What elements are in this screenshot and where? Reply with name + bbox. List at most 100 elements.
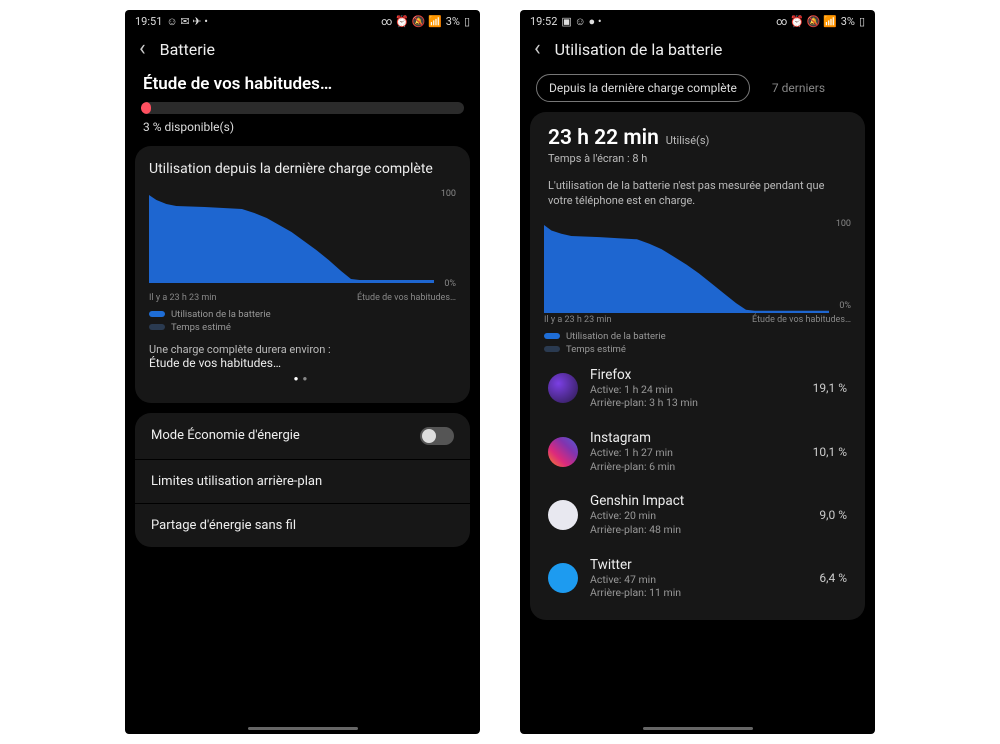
battery-bar: [141, 102, 464, 114]
app-active: Active: 1 h 27 min: [590, 446, 801, 460]
app-name: Instagram: [590, 430, 801, 446]
x-axis-labels: Il y a 23 h 23 min Étude de vos habitude…: [544, 315, 851, 325]
app-row[interactable]: Genshin ImpactActive: 20 minArrière-plan…: [544, 483, 851, 546]
app-background: Arrière-plan: 48 min: [590, 523, 807, 537]
phone-left: 19:51 ☺ ✉ ✈ • ∞ ⏰ 🔕 📶 3% ▯ ‹ Batterie Ét…: [125, 10, 480, 734]
app-name: Twitter: [590, 557, 807, 573]
status-bar: 19:51 ☺ ✉ ✈ • ∞ ⏰ 🔕 📶 3% ▯: [125, 10, 480, 32]
usage-card[interactable]: Utilisation depuis la dernière charge co…: [135, 146, 470, 403]
chip-7-days[interactable]: 7 derniers: [760, 75, 837, 101]
app-active: Active: 47 min: [590, 573, 807, 587]
back-icon[interactable]: ‹: [139, 38, 146, 60]
x-label-left: Il y a 23 h 23 min: [149, 293, 216, 303]
legend-usage: Utilisation de la batterie: [171, 309, 271, 320]
status-battery-pct: 3%: [841, 15, 855, 28]
battery-chart: 100 0%: [544, 219, 851, 311]
app-active: Active: 1 h 24 min: [590, 383, 801, 397]
y-label-0: 0%: [839, 301, 851, 311]
item-bg-limits[interactable]: Limites utilisation arrière-plan: [135, 460, 470, 504]
battery-bar-fill: [141, 102, 151, 114]
app-active: Active: 20 min: [590, 509, 807, 523]
status-time: 19:52: [530, 15, 557, 28]
item-wireless-share-label: Partage d'énergie sans fil: [151, 518, 296, 533]
chip-since-full[interactable]: Depuis la dernière charge complète: [536, 74, 750, 102]
x-label-right: Étude de vos habitudes…: [752, 315, 851, 325]
app-icon: [548, 500, 578, 530]
x-label-left: Il y a 23 h 23 min: [544, 315, 611, 325]
header: ‹ Utilisation de la batterie: [520, 32, 875, 74]
app-percent: 9,0 %: [819, 508, 847, 522]
x-axis-labels: Il y a 23 h 23 min Étude de vos habitude…: [149, 293, 456, 303]
status-battery-pct: 3%: [446, 15, 460, 28]
battery-icon: ▯: [859, 15, 865, 28]
header: ‹ Batterie: [125, 32, 480, 74]
back-icon[interactable]: ‹: [534, 38, 541, 60]
learning-heading: Étude de vos habitudes…: [135, 74, 470, 102]
home-indicator[interactable]: [643, 727, 753, 730]
chart-legend: Utilisation de la batterie Temps estimé: [149, 309, 456, 333]
used-suffix: Utilisé(s): [666, 134, 710, 147]
app-icon: [548, 373, 578, 403]
chart-svg: [149, 195, 434, 283]
app-background: Arrière-plan: 3 h 13 min: [590, 396, 801, 410]
battery-chart: 100 0%: [149, 189, 456, 289]
legend-swatch-estimate: [149, 324, 165, 330]
x-label-right: Étude de vos habitudes…: [357, 293, 456, 303]
status-bar: 19:52 ▣ ☺ ● • ∞ ⏰ 🔕 📶 3% ▯: [520, 10, 875, 32]
chart-svg: [544, 225, 829, 313]
battery-icon: ▯: [464, 15, 470, 28]
app-row[interactable]: InstagramActive: 1 h 27 minArrière-plan:…: [544, 420, 851, 483]
settings-list: Mode Économie d'énergie Limites utilisat…: [135, 413, 470, 547]
screen-on-time: Temps à l'écran : 8 h: [548, 152, 847, 165]
legend-swatch-usage: [149, 311, 165, 317]
legend-estimate: Temps estimé: [566, 344, 626, 355]
power-saving-toggle[interactable]: [420, 427, 454, 445]
home-indicator[interactable]: [248, 727, 358, 730]
app-row[interactable]: FirefoxActive: 1 h 24 minArrière-plan: 3…: [544, 357, 851, 420]
app-background: Arrière-plan: 6 min: [590, 460, 801, 474]
status-icons-right: ∞ ⏰ 🔕 📶: [381, 15, 442, 28]
range-chips: Depuis la dernière charge complète 7 der…: [530, 74, 865, 112]
app-percent: 19,1 %: [813, 381, 847, 395]
charging-note: L'utilisation de la batterie n'est pas m…: [548, 179, 847, 209]
status-time: 19:51: [135, 15, 162, 28]
status-icons-left: ▣ ☺ ● •: [561, 15, 601, 28]
app-icon: [548, 437, 578, 467]
y-label-100: 100: [836, 219, 851, 229]
status-icons-right: ∞ ⏰ 🔕 📶: [776, 15, 837, 28]
chart-legend: Utilisation de la batterie Temps estimé: [544, 331, 851, 355]
used-time: 23 h 22 min: [548, 126, 659, 150]
estimate-value: Étude de vos habitudes…: [149, 356, 456, 370]
page-title: Batterie: [160, 40, 215, 59]
estimate-label: Une charge complète durera environ :: [149, 343, 456, 356]
usage-card-title: Utilisation depuis la dernière charge co…: [149, 160, 456, 179]
page-dots[interactable]: ●●: [149, 370, 456, 393]
app-icon: [548, 563, 578, 593]
y-label-0: 0%: [444, 279, 456, 289]
legend-usage: Utilisation de la batterie: [566, 331, 666, 342]
app-meta: FirefoxActive: 1 h 24 minArrière-plan: 3…: [590, 367, 801, 410]
app-meta: Genshin ImpactActive: 20 minArrière-plan…: [590, 493, 807, 536]
phone-right: 19:52 ▣ ☺ ● • ∞ ⏰ 🔕 📶 3% ▯ ‹ Utilisation…: [520, 10, 875, 734]
app-name: Firefox: [590, 367, 801, 383]
usage-detail-card: 23 h 22 min Utilisé(s) Temps à l'écran :…: [530, 112, 865, 620]
app-percent: 6,4 %: [819, 571, 847, 585]
item-power-saving-label: Mode Économie d'énergie: [151, 428, 300, 443]
app-percent: 10,1 %: [813, 445, 847, 459]
item-power-saving[interactable]: Mode Économie d'énergie: [135, 413, 470, 460]
usage-summary: 23 h 22 min Utilisé(s) Temps à l'écran :…: [544, 126, 851, 173]
status-icons-left: ☺ ✉ ✈ •: [166, 15, 208, 28]
app-meta: InstagramActive: 1 h 27 minArrière-plan:…: [590, 430, 801, 473]
scroll-area[interactable]: Depuis la dernière charge complète 7 der…: [520, 74, 875, 734]
legend-swatch-usage: [544, 333, 560, 339]
app-meta: TwitterActive: 47 minArrière-plan: 11 mi…: [590, 557, 807, 600]
item-bg-limits-label: Limites utilisation arrière-plan: [151, 474, 322, 489]
app-usage-list: FirefoxActive: 1 h 24 minArrière-plan: 3…: [544, 357, 851, 610]
available-text: 3 % disponible(s): [135, 120, 470, 146]
item-wireless-share[interactable]: Partage d'énergie sans fil: [135, 504, 470, 547]
page-title: Utilisation de la batterie: [555, 40, 723, 59]
app-row[interactable]: TwitterActive: 47 minArrière-plan: 11 mi…: [544, 547, 851, 610]
app-name: Genshin Impact: [590, 493, 807, 509]
y-label-100: 100: [441, 189, 456, 199]
scroll-area[interactable]: Étude de vos habitudes… 3 % disponible(s…: [125, 74, 480, 734]
